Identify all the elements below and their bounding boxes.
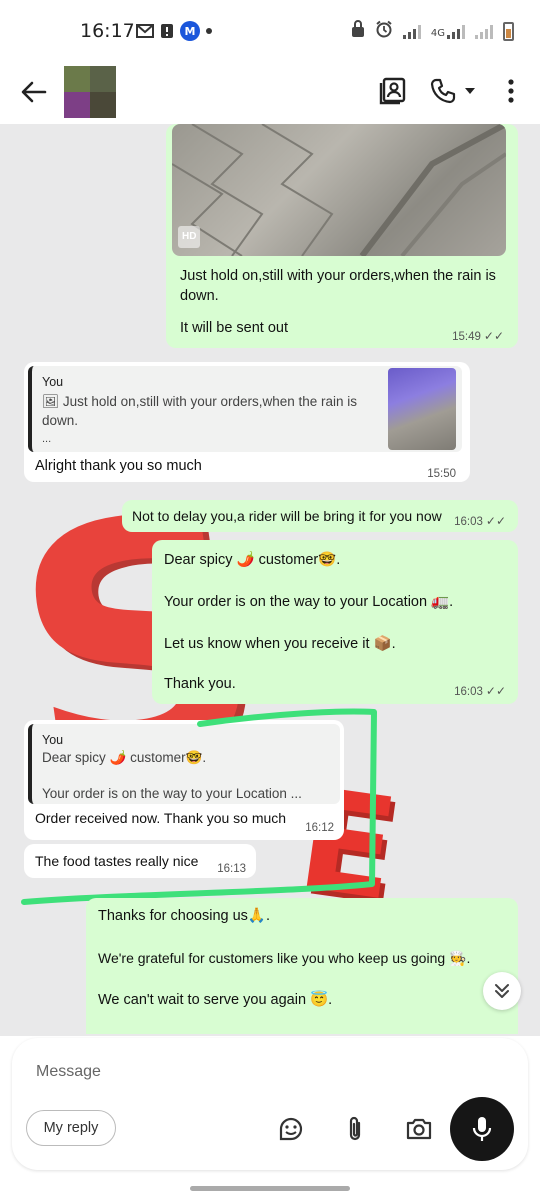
message-bubble-incoming[interactable]: The food tastes really nice 16:13 <box>24 844 256 878</box>
message-input[interactable] <box>36 1058 436 1086</box>
message-time: 15:49 ✓✓ <box>452 329 504 343</box>
gesture-navigation-bar[interactable] <box>190 1186 350 1191</box>
sticker-button[interactable] <box>276 1114 306 1144</box>
messenger-badge: M <box>180 21 200 41</box>
message-text: We can't wait to serve you again 😇. <box>98 992 333 1008</box>
alarm-icon <box>375 20 393 42</box>
signal-icon <box>402 23 421 39</box>
message-time: 16:12 <box>305 822 334 834</box>
call-icon <box>430 78 456 104</box>
scroll-down-button[interactable] <box>483 972 521 1010</box>
quote-author: You <box>42 375 64 389</box>
message-text: Thank you. <box>164 676 236 692</box>
message-bubble-outgoing[interactable]: HD Just hold on,still with your orders,w… <box>166 124 518 348</box>
quote-text: 🖼 Just hold on,still with your orders,wh… <box>42 394 358 428</box>
message-text: Let us know when you receive it 📦. <box>164 636 396 652</box>
notification-icons: M <box>136 21 212 41</box>
message-time: 16:03 ✓✓ <box>454 514 506 528</box>
message-text: Just hold on,still with your orders,when… <box>180 268 496 304</box>
quote-author: You <box>42 733 64 747</box>
message-text: Alright thank you so much <box>35 458 202 474</box>
status-bar: 16:17 M 4G <box>0 0 540 62</box>
message-text: Not to delay you,a rider will be bring i… <box>132 508 442 524</box>
message-composer: My reply <box>12 1038 528 1170</box>
read-ticks-icon: ✓✓ <box>483 329 504 343</box>
chat-area[interactable]: S E HD Just hold on,still with your orde… <box>0 124 540 1036</box>
signal-icon-2 <box>475 23 493 39</box>
chat-header <box>0 62 540 124</box>
battery-icon <box>503 21 514 41</box>
quote-thumbnail <box>388 368 456 450</box>
my-reply-button[interactable]: My reply <box>26 1110 116 1146</box>
dropdown-icon[interactable] <box>464 87 476 95</box>
avatar[interactable] <box>64 66 116 118</box>
back-button[interactable] <box>16 74 52 110</box>
hd-badge: HD <box>178 226 201 248</box>
arrow-left-icon <box>21 81 47 103</box>
lock-icon <box>351 20 365 42</box>
more-vertical-icon <box>508 79 514 103</box>
attach-button[interactable] <box>340 1114 370 1144</box>
read-ticks-icon: ✓✓ <box>485 514 506 528</box>
message-bubble-outgoing[interactable]: Not to delay you,a rider will be bring i… <box>122 500 518 532</box>
attach-icon <box>349 1116 361 1141</box>
message-text: Order received now. Thank you so much <box>35 810 287 826</box>
camera-button[interactable] <box>404 1114 434 1144</box>
sticker-icon <box>279 1117 303 1141</box>
mic-icon <box>472 1117 492 1141</box>
message-text: We're grateful for customers like you wh… <box>98 950 471 966</box>
chevrons-down-icon <box>495 984 509 998</box>
message-text: Dear spicy 🌶️ customer🤓. <box>164 552 341 568</box>
quote-ellipsis: ... <box>42 433 52 445</box>
message-text: Thanks for choosing us🙏. <box>98 908 270 924</box>
message-time: 16:03 ✓✓ <box>454 684 506 698</box>
quote-text: Dear spicy 🌶️ customer🤓. <box>42 750 207 765</box>
message-time: 16:13 <box>217 863 246 875</box>
message-bubble-incoming[interactable]: You 🖼 Just hold on,still with your order… <box>24 362 470 482</box>
more-options-button[interactable] <box>504 76 518 106</box>
message-bubble-outgoing[interactable]: Dear spicy 🌶️ customer🤓. Your order is o… <box>152 540 518 704</box>
image-preview[interactable]: HD <box>172 124 506 256</box>
message-text: The food tastes really nice <box>35 853 199 869</box>
message-icon <box>160 23 174 39</box>
quoted-message[interactable]: You 🖼 Just hold on,still with your order… <box>28 366 462 452</box>
message-bubble-incoming[interactable]: You Dear spicy 🌶️ customer🤓. Your order … <box>24 720 344 840</box>
signal-4g-icon: 4G <box>431 23 465 39</box>
quoted-message[interactable]: You Dear spicy 🌶️ customer🤓. Your order … <box>28 724 340 804</box>
dot-icon <box>206 28 212 34</box>
read-ticks-icon: ✓✓ <box>485 684 506 698</box>
message-bubble-outgoing[interactable]: Thanks for choosing us🙏. We're grateful … <box>86 898 518 1034</box>
message-text: It will be sent out <box>180 320 288 336</box>
message-text: Your order is on the way to your Locatio… <box>164 594 454 610</box>
quote-text: Your order is on the way to your Locatio… <box>42 786 302 801</box>
message-time: 15:50 <box>427 468 456 480</box>
gmail-icon <box>136 24 154 38</box>
contact-card-icon <box>379 77 406 105</box>
status-time: 16:17 <box>80 20 135 42</box>
call-button[interactable] <box>430 76 482 106</box>
contact-card-button[interactable] <box>378 76 408 106</box>
voice-record-button[interactable] <box>450 1097 514 1161</box>
system-icons: 4G <box>351 20 514 42</box>
camera-icon <box>406 1118 432 1140</box>
